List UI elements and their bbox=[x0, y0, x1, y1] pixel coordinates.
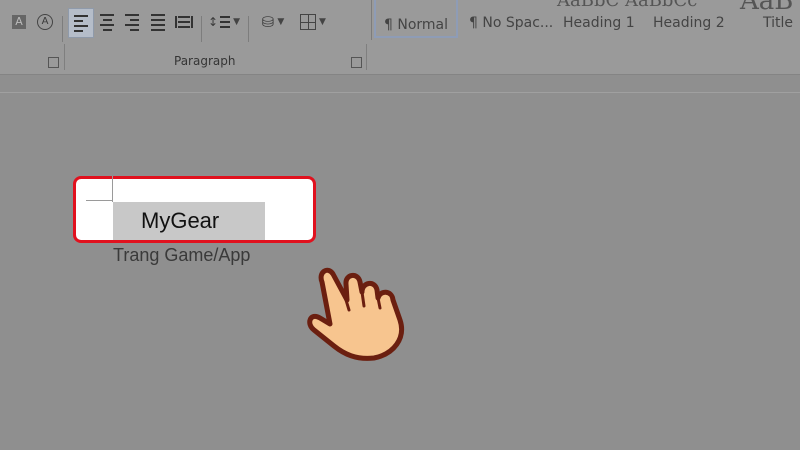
pointing-hand-icon bbox=[300, 262, 412, 366]
styles-gallery: AaBbC AaBbCc AaB ¶ Normal ¶ No Spac... H… bbox=[371, 0, 800, 40]
group-divider bbox=[366, 44, 367, 70]
borders-icon[interactable]: ▼ bbox=[296, 8, 330, 36]
group-divider bbox=[64, 44, 65, 70]
distributed-icon[interactable] bbox=[173, 8, 195, 36]
align-right-icon[interactable] bbox=[121, 8, 143, 36]
style-heading-2[interactable]: Heading 2 bbox=[653, 15, 725, 31]
paragraph-dialog-launcher-icon[interactable] bbox=[351, 57, 362, 68]
font-dialog-launcher-icon[interactable] bbox=[48, 57, 59, 68]
style-preview-decoration: AaB bbox=[740, 0, 794, 16]
shading-icon[interactable]: ⛁ ▼ bbox=[255, 8, 291, 36]
separator bbox=[62, 16, 63, 42]
table-gridline bbox=[112, 176, 113, 202]
justify-icon[interactable] bbox=[147, 8, 169, 36]
align-left-icon[interactable] bbox=[68, 8, 94, 38]
align-center-icon[interactable] bbox=[96, 8, 118, 36]
style-no-spacing[interactable]: ¶ No Spac... bbox=[469, 15, 553, 31]
separator bbox=[248, 16, 249, 42]
strikethrough-circle-icon[interactable]: A bbox=[35, 8, 55, 36]
caption-text: Trang Game/App bbox=[113, 245, 251, 265]
table-gridline bbox=[86, 200, 112, 201]
text-highlight-icon[interactable]: A bbox=[10, 8, 28, 36]
style-title[interactable]: Title bbox=[763, 15, 793, 31]
separator bbox=[201, 16, 202, 42]
selected-cell-text[interactable]: MyGear bbox=[113, 202, 265, 240]
ribbon: A A ↕ ▼ ⛁ ▼ ▼ Paragraph AaBbC AaBbCc AaB… bbox=[0, 0, 800, 75]
style-heading-1[interactable]: Heading 1 bbox=[563, 15, 635, 31]
style-normal[interactable]: ¶ Normal bbox=[374, 0, 459, 38]
style-preview-decoration: AaBbC AaBbCc bbox=[557, 0, 698, 11]
paragraph-group-label: Paragraph bbox=[174, 54, 236, 68]
line-spacing-icon[interactable]: ↕ ▼ bbox=[207, 8, 241, 36]
